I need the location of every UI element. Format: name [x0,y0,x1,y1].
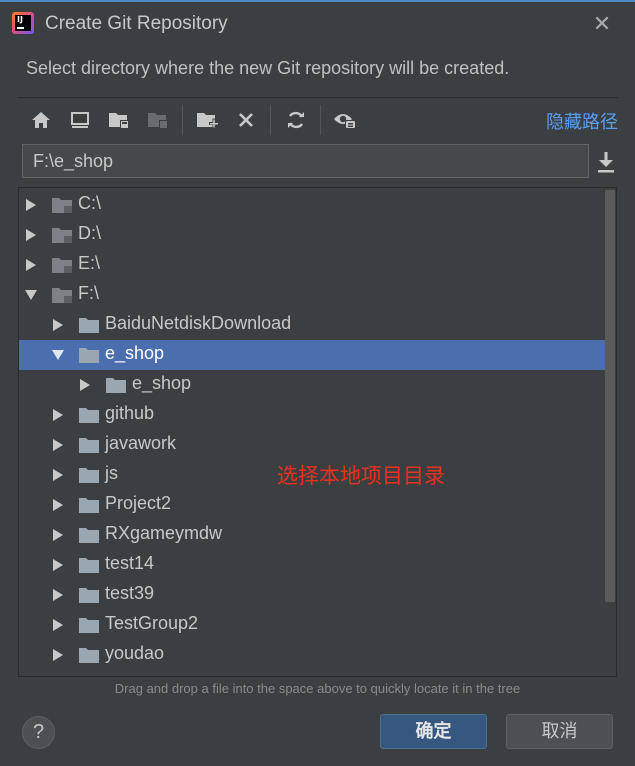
divider [18,97,618,98]
collapsed-arrow-icon[interactable] [52,529,64,541]
tree-scrollbar[interactable] [605,190,615,602]
drive-icon [52,198,72,213]
tree-folder-row[interactable]: test14 [19,550,605,580]
expanded-arrow-icon[interactable] [25,289,37,301]
cancel-button[interactable]: 取消 [506,714,613,749]
title-bar: IJ Create Git Repository ✕ [0,2,635,46]
collapsed-arrow-icon[interactable] [52,319,64,331]
toolbar-separator [320,105,321,135]
toolbar-separator [182,105,183,135]
path-input[interactable] [23,145,588,177]
collapsed-arrow-icon[interactable] [79,379,91,391]
collapsed-arrow-icon[interactable] [52,409,64,421]
folder-icon [79,558,99,573]
drive-icon [52,288,72,303]
tree-drive-row[interactable]: D:\ [19,220,605,250]
tree-folder-row[interactable]: e_shop [19,370,605,400]
folder-icon [79,318,99,333]
tree-item-label: C:\ [78,193,102,213]
tree-item-label: js [105,463,118,483]
tree-folder-row[interactable]: javawork [19,430,605,460]
window-title: Create Git Repository [45,13,228,34]
annotation-text: 选择本地项目目录 [277,464,445,488]
collapsed-arrow-icon[interactable] [52,619,64,631]
collapsed-arrow-icon[interactable] [25,229,37,241]
tree-folder-row[interactable]: youdao [19,640,605,670]
refresh-icon[interactable] [283,107,309,133]
folder-icon [79,588,99,603]
tree-item-label: BaiduNetdiskDownload [105,313,292,333]
tree-item-label: test39 [105,583,155,603]
collapsed-arrow-icon[interactable] [52,589,64,601]
tree-item-label: TestGroup2 [105,613,199,633]
desktop-icon[interactable] [67,107,93,133]
folder-icon [79,618,99,633]
folder-icon [106,378,126,393]
hide-path-link[interactable]: 隐藏路径 [546,108,618,134]
project-folder-icon[interactable] [106,107,132,133]
tree-item-label: e_shop [132,373,192,393]
tree-item-label: javawork [105,433,177,453]
folder-icon [79,648,99,663]
new-folder-icon[interactable] [195,107,221,133]
close-icon[interactable]: ✕ [591,13,613,35]
folder-icon [79,528,99,543]
folder-icon [79,348,99,363]
intellij-app-icon: IJ [12,12,34,34]
collapsed-arrow-icon[interactable] [52,499,64,511]
collapsed-arrow-icon[interactable] [25,199,37,211]
tree-item-label: youdao [105,643,165,663]
expanded-arrow-icon[interactable] [52,349,64,361]
tree-folder-row[interactable]: RXgameymdw [19,520,605,550]
tree-drive-row[interactable]: E:\ [19,250,605,280]
directory-tree[interactable]: youdao TestGroup2 test39 test14 RXgameymdw Pr… [18,187,617,677]
tree-item-label: github [105,403,155,423]
drive-icon [52,228,72,243]
tree-item-label: F:\ [78,283,99,303]
drive-icon [52,258,72,273]
tree-drive-row[interactable]: F:\ [19,280,605,310]
tree-drive-row[interactable]: C:\ [19,190,605,220]
collapsed-arrow-icon[interactable] [52,469,64,481]
tree-item-label: e_shop [105,343,165,363]
help-button[interactable]: ? [22,716,55,749]
module-folder-icon[interactable] [145,107,171,133]
home-icon[interactable] [28,107,54,133]
tree-item-label: D:\ [78,223,102,243]
tree-item-label: RXgameymdw [105,523,223,543]
dialog-description: Select directory where the new Git repos… [26,58,510,78]
file-chooser-toolbar: 隐藏路径 [18,101,618,139]
folder-icon [79,408,99,423]
tree-item-label: Project2 [105,493,172,513]
tree-folder-row[interactable]: e_shop [19,340,605,370]
path-field[interactable] [22,144,589,178]
folder-icon [79,438,99,453]
delete-icon[interactable] [233,107,259,133]
tree-folder-row[interactable]: github [19,400,605,430]
folder-icon [79,498,99,513]
drag-drop-hint: Drag and drop a file into the space abov… [114,681,521,696]
tree-folder-row[interactable]: TestGroup2 [19,610,605,640]
collapsed-arrow-icon[interactable] [52,439,64,451]
show-hidden-icon[interactable] [332,107,358,133]
toolbar-separator [270,105,271,135]
tree-folder-row[interactable]: Project2 [19,490,605,520]
collapsed-arrow-icon[interactable] [52,649,64,661]
download-icon[interactable] [595,150,617,174]
collapsed-arrow-icon[interactable] [25,259,37,271]
tree-item-label: E:\ [78,253,101,273]
tree-folder-row[interactable]: BaiduNetdiskDownload [19,310,605,340]
folder-icon [79,468,99,483]
ok-button[interactable]: 确定 [380,714,487,749]
collapsed-arrow-icon[interactable] [52,559,64,571]
tree-item-label: test14 [105,553,155,573]
tree-folder-row[interactable]: test39 [19,580,605,610]
